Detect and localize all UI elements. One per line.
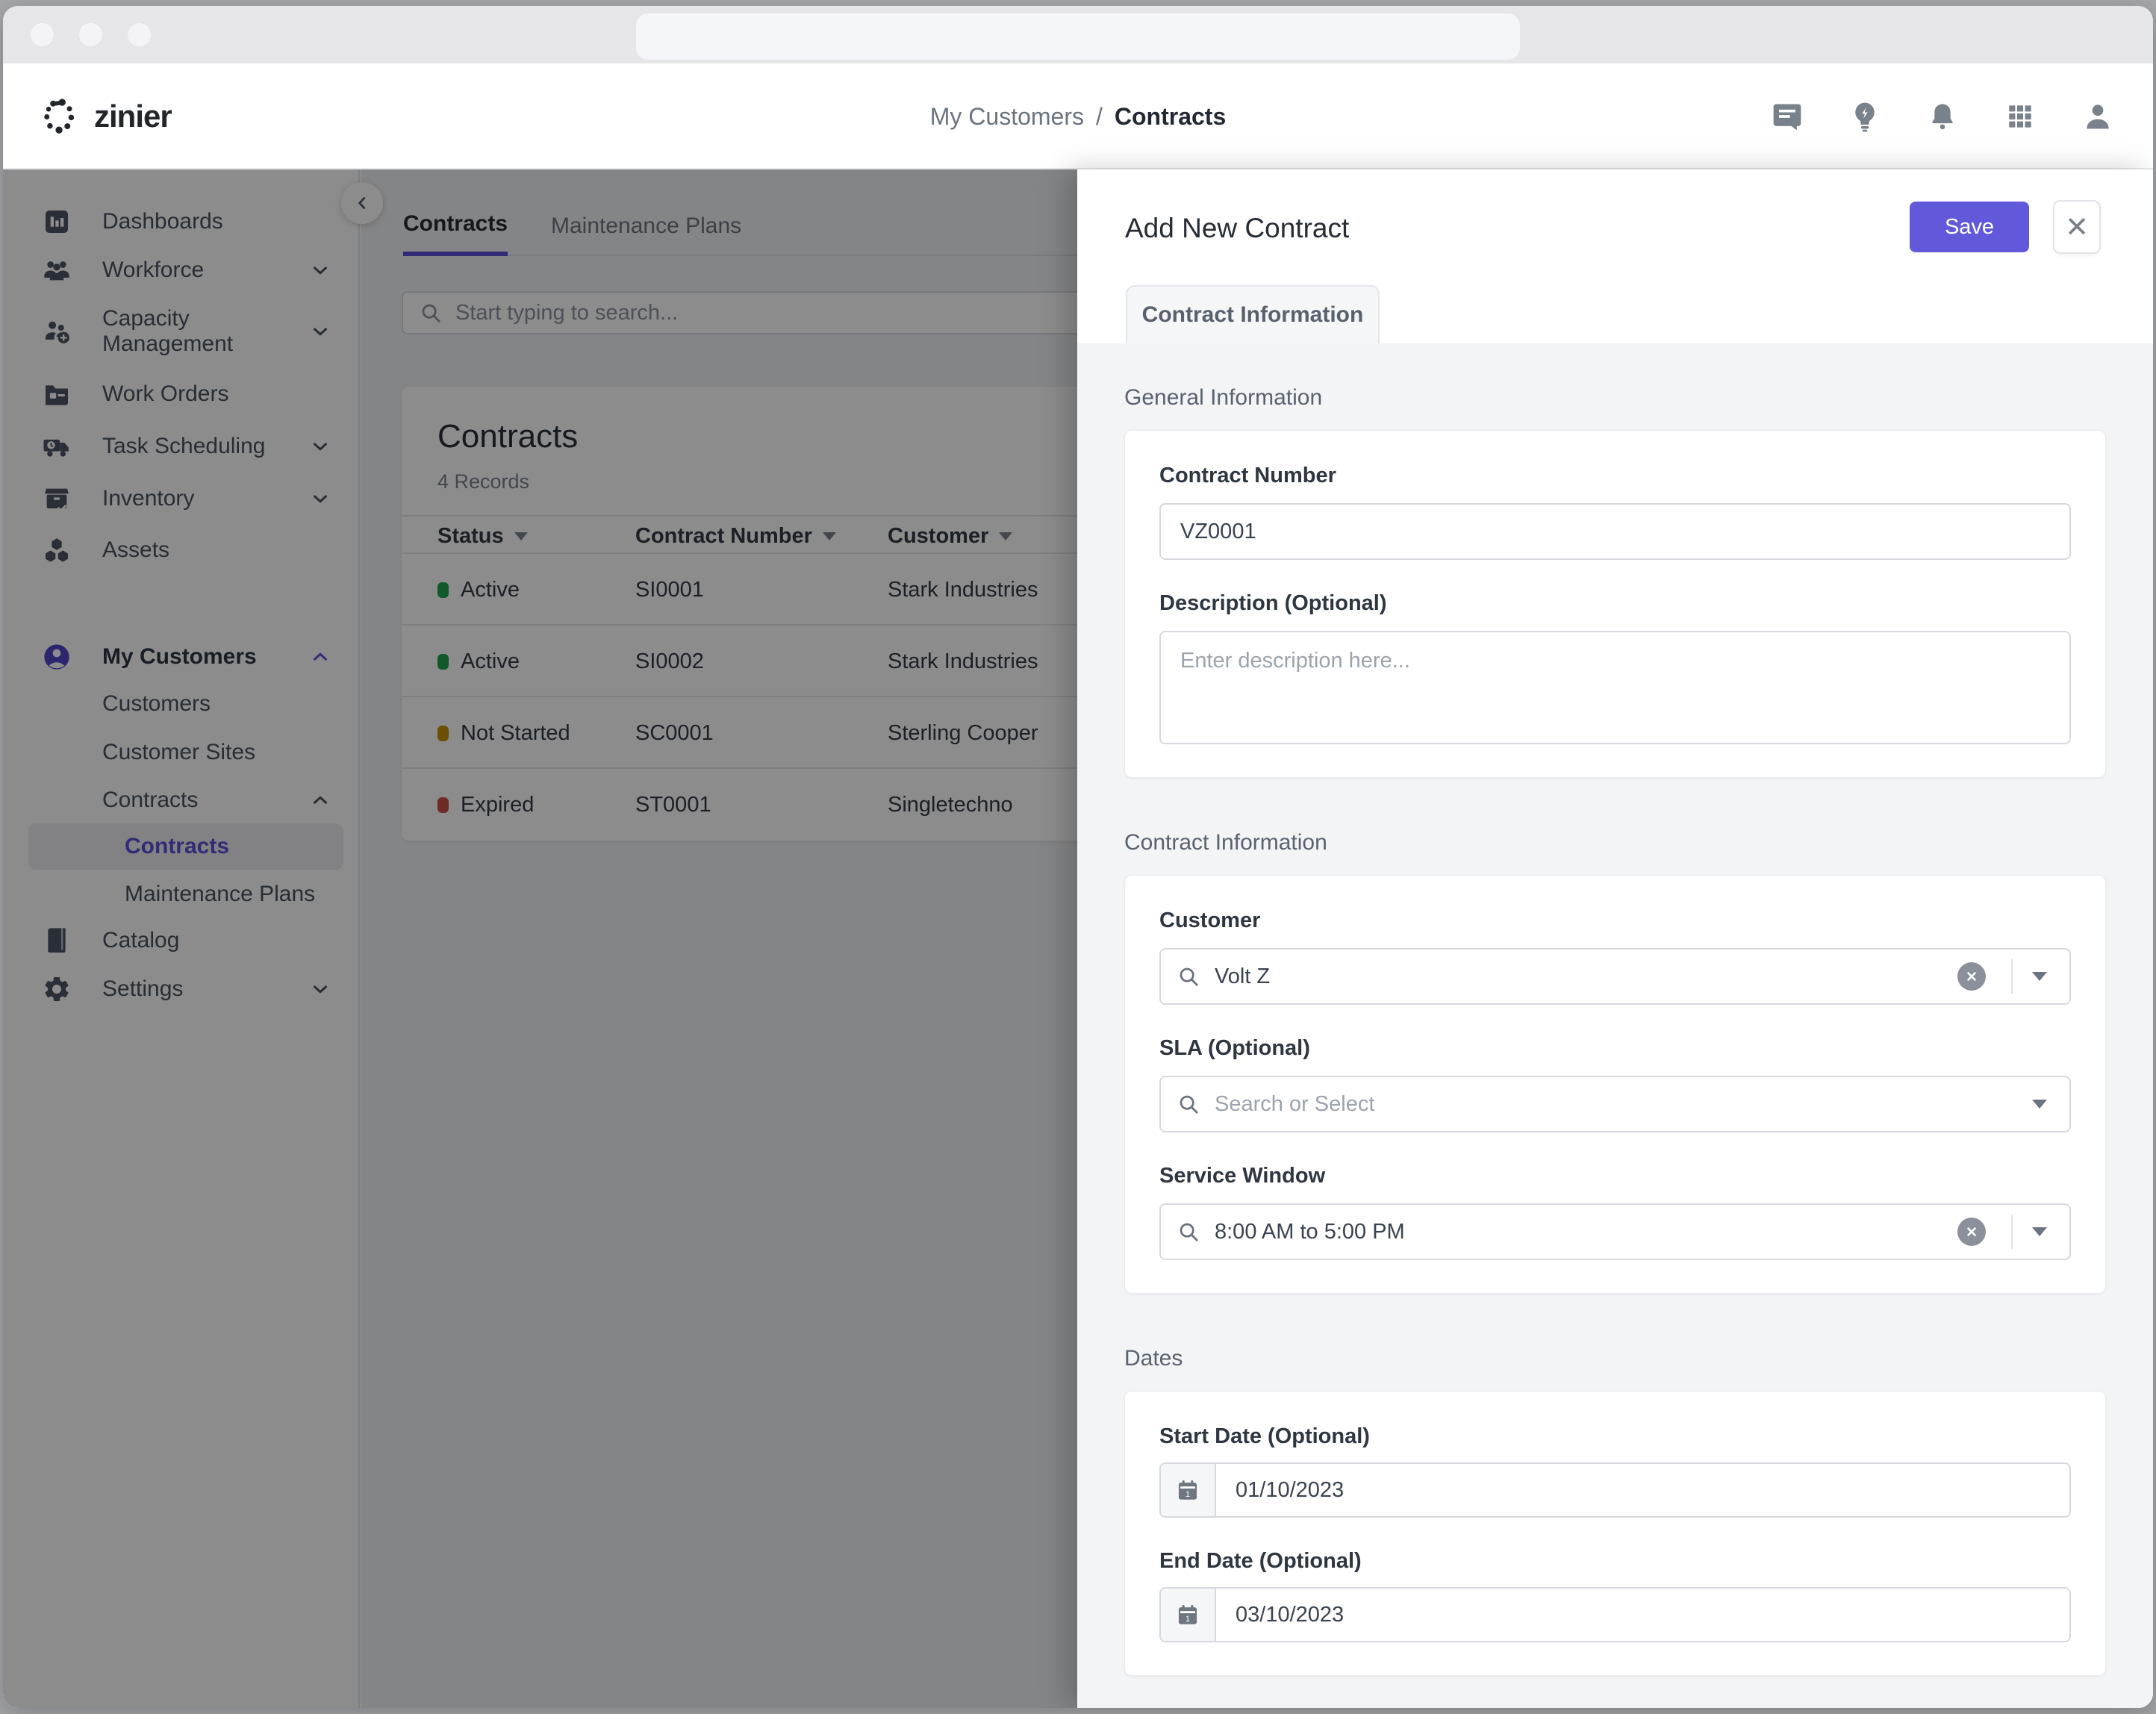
traffic-light-zoom[interactable] — [128, 23, 151, 46]
zinier-logo[interactable]: zinier — [39, 63, 172, 169]
clear-icon[interactable] — [1957, 962, 1986, 991]
calendar-icon[interactable]: 1 — [1161, 1589, 1216, 1641]
section-title-general: General Information — [1124, 385, 1323, 410]
description-label: Description (Optional) — [1159, 591, 1387, 615]
close-button[interactable]: ✕ — [2053, 200, 2101, 254]
divider — [2011, 1215, 2013, 1249]
dates-card: Start Date (Optional) 1 01/10/2023 End D… — [1124, 1391, 2106, 1676]
svg-text:1: 1 — [1186, 1490, 1190, 1499]
browser-url-bar[interactable] — [636, 13, 1520, 60]
breadcrumb-parent[interactable]: My Customers — [930, 103, 1084, 131]
mac-title-bar — [3, 6, 2153, 63]
drawer-header: Add New Contract Save ✕ Contract Informa… — [1077, 169, 2153, 343]
zinier-logo-icon — [44, 99, 75, 134]
divider — [2011, 959, 2013, 994]
start-date-label: Start Date (Optional) — [1159, 1424, 1370, 1448]
general-information-card: Contract Number VZ0001 Description (Opti… — [1124, 430, 2106, 778]
lightbulb-icon[interactable] — [1848, 100, 1881, 133]
breadcrumb: My Customers / Contracts — [930, 63, 1227, 169]
tab-label: Contract Information — [1141, 302, 1364, 327]
customer-select[interactable]: Volt Z — [1159, 948, 2071, 1005]
drawer-body: General Information Contract Number VZ00… — [1077, 343, 2153, 1708]
bell-icon[interactable] — [1926, 100, 1959, 133]
section-title-contract-info: Contract Information — [1124, 830, 1327, 855]
search-icon — [1177, 965, 1200, 988]
app-window: zinier My Customers / Contracts Dashboar… — [3, 6, 2153, 1708]
service-window-label: Service Window — [1159, 1164, 1326, 1188]
traffic-light-close[interactable] — [31, 23, 54, 46]
breadcrumb-separator: / — [1096, 102, 1103, 130]
end-date-label: End Date (Optional) — [1159, 1549, 1362, 1573]
tab-contract-information[interactable]: Contract Information — [1126, 285, 1380, 343]
customer-label: Customer — [1159, 909, 1261, 932]
dropdown-caret-icon[interactable] — [2032, 972, 2047, 981]
dropdown-caret-icon[interactable] — [2032, 1100, 2047, 1109]
calendar-icon[interactable]: 1 — [1161, 1464, 1216, 1516]
traffic-light-minimize[interactable] — [79, 23, 102, 46]
save-button[interactable]: Save — [1910, 202, 2029, 252]
sla-placeholder: Search or Select — [1215, 1091, 1375, 1116]
start-date-value: 01/10/2023 — [1236, 1477, 1345, 1502]
section-title-dates: Dates — [1124, 1346, 1183, 1371]
search-icon — [1177, 1221, 1200, 1243]
end-date-value: 03/10/2023 — [1236, 1602, 1345, 1627]
sla-label: SLA (Optional) — [1159, 1036, 1310, 1060]
app-header: zinier My Customers / Contracts — [3, 63, 2153, 169]
drawer-title: Add New Contract — [1125, 213, 1350, 243]
modal-dim-overlay[interactable] — [3, 169, 1077, 1708]
contract-information-card: Customer Volt Z SLA (Optional) Search or… — [1124, 875, 2106, 1294]
search-icon — [1177, 1093, 1200, 1115]
customer-value: Volt Z — [1215, 964, 1271, 988]
comment-icon[interactable] — [1771, 100, 1804, 133]
logo-text: zinier — [94, 99, 172, 134]
service-window-select[interactable]: 8:00 AM to 5:00 PM — [1159, 1203, 2071, 1260]
close-icon: ✕ — [2065, 211, 2089, 243]
header-actions — [1771, 63, 2114, 169]
breadcrumb-current: Contracts — [1114, 102, 1227, 130]
svg-text:1: 1 — [1186, 1615, 1190, 1624]
contract-number-field[interactable]: VZ0001 — [1159, 503, 2071, 560]
contract-number-label: Contract Number — [1159, 464, 1336, 487]
end-date-field[interactable]: 1 03/10/2023 — [1159, 1587, 2071, 1642]
add-contract-drawer: Add New Contract Save ✕ Contract Informa… — [1077, 169, 2153, 1708]
service-window-value: 8:00 AM to 5:00 PM — [1215, 1219, 1405, 1244]
sla-select[interactable]: Search or Select — [1159, 1076, 2071, 1132]
clear-icon[interactable] — [1957, 1218, 1986, 1246]
start-date-field[interactable]: 1 01/10/2023 — [1159, 1462, 2071, 1518]
grid-icon[interactable] — [2004, 100, 2037, 133]
description-field[interactable]: Enter description here... — [1159, 631, 2071, 744]
user-avatar-icon[interactable] — [2081, 100, 2114, 133]
dropdown-caret-icon[interactable] — [2032, 1227, 2047, 1236]
